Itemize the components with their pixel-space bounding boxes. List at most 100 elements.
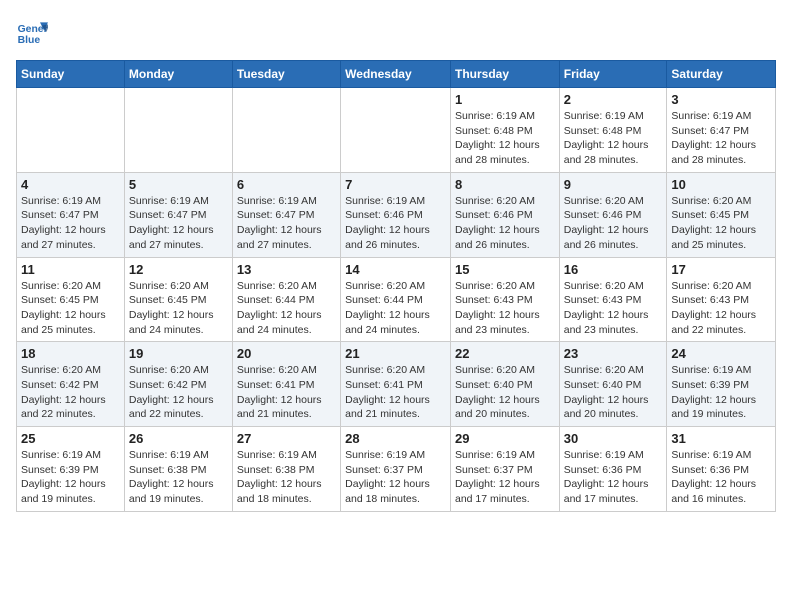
day-info: Sunrise: 6:19 AMSunset: 6:46 PMDaylight:… xyxy=(345,194,446,253)
calendar-header-row: SundayMondayTuesdayWednesdayThursdayFrid… xyxy=(17,61,776,88)
day-header-monday: Monday xyxy=(124,61,232,88)
calendar-cell: 24Sunrise: 6:19 AMSunset: 6:39 PMDayligh… xyxy=(667,342,776,427)
day-number: 30 xyxy=(564,431,663,446)
calendar-cell: 10 Sunrise: 6:20 AMSunset: 6:45 PMDayligh… xyxy=(667,172,776,257)
calendar-cell: 26 Sunrise: 6:19 AMSunset: 6:38 PMDayligh… xyxy=(124,427,232,512)
calendar-cell: 27 Sunrise: 6:19 AMSunset: 6:38 PMDayligh… xyxy=(232,427,340,512)
day-number: 11 xyxy=(21,262,120,277)
day-number: 8 xyxy=(455,177,555,192)
calendar-cell: 7Sunrise: 6:19 AMSunset: 6:46 PMDaylight… xyxy=(341,172,451,257)
day-number: 31 xyxy=(671,431,771,446)
day-info: Sunrise: 6:19 AMSunset: 6:38 PMDaylight:… xyxy=(129,448,228,507)
day-info: Sunrise: 6:20 AMSunset: 6:45 PMDaylight:… xyxy=(129,279,228,338)
calendar-cell: 21 Sunrise: 6:20 AMSunset: 6:41 PMDayligh… xyxy=(341,342,451,427)
day-header-wednesday: Wednesday xyxy=(341,61,451,88)
calendar-week-3: 11 Sunrise: 6:20 AMSunset: 6:45 PMDayligh… xyxy=(17,257,776,342)
day-info: Sunrise: 6:19 AMSunset: 6:39 PMDaylight:… xyxy=(21,448,120,507)
day-info: Sunrise: 6:19 AMSunset: 6:48 PMDaylight:… xyxy=(455,109,555,168)
calendar-cell: 29Sunrise: 6:19 AMSunset: 6:37 PMDayligh… xyxy=(450,427,559,512)
calendar-cell: 15 Sunrise: 6:20 AMSunset: 6:43 PMDayligh… xyxy=(450,257,559,342)
day-number: 14 xyxy=(345,262,446,277)
day-number: 23 xyxy=(564,346,663,361)
day-info: Sunrise: 6:20 AMSunset: 6:41 PMDaylight:… xyxy=(345,363,446,422)
day-number: 1 xyxy=(455,92,555,107)
day-info: Sunrise: 6:20 AMSunset: 6:43 PMDaylight:… xyxy=(455,279,555,338)
calendar-cell: 4 Sunrise: 6:19 AMSunset: 6:47 PMDaylight… xyxy=(17,172,125,257)
day-header-sunday: Sunday xyxy=(17,61,125,88)
day-info: Sunrise: 6:19 AMSunset: 6:36 PMDaylight:… xyxy=(671,448,771,507)
day-info: Sunrise: 6:19 AMSunset: 6:36 PMDaylight:… xyxy=(564,448,663,507)
calendar-cell xyxy=(232,88,340,173)
calendar-cell: 16 Sunrise: 6:20 AMSunset: 6:43 PMDayligh… xyxy=(559,257,667,342)
day-number: 26 xyxy=(129,431,228,446)
day-header-thursday: Thursday xyxy=(450,61,559,88)
calendar-week-5: 25 Sunrise: 6:19 AMSunset: 6:39 PMDayligh… xyxy=(17,427,776,512)
day-number: 28 xyxy=(345,431,446,446)
day-number: 10 xyxy=(671,177,771,192)
day-number: 27 xyxy=(237,431,336,446)
calendar-cell: 17 Sunrise: 6:20 AMSunset: 6:43 PMDayligh… xyxy=(667,257,776,342)
day-info: Sunrise: 6:20 AMSunset: 6:43 PMDaylight:… xyxy=(671,279,771,338)
calendar-cell: 1 Sunrise: 6:19 AMSunset: 6:48 PMDaylight… xyxy=(450,88,559,173)
calendar-cell: 18 Sunrise: 6:20 AMSunset: 6:42 PMDayligh… xyxy=(17,342,125,427)
calendar-cell: 2 Sunrise: 6:19 AMSunset: 6:48 PMDaylight… xyxy=(559,88,667,173)
day-header-saturday: Saturday xyxy=(667,61,776,88)
day-number: 15 xyxy=(455,262,555,277)
day-number: 25 xyxy=(21,431,120,446)
day-info: Sunrise: 6:20 AMSunset: 6:44 PMDaylight:… xyxy=(345,279,446,338)
day-header-friday: Friday xyxy=(559,61,667,88)
calendar-cell: 8Sunrise: 6:20 AMSunset: 6:46 PMDaylight… xyxy=(450,172,559,257)
logo: General Blue xyxy=(16,16,56,48)
calendar-cell: 14 Sunrise: 6:20 AMSunset: 6:44 PMDayligh… xyxy=(341,257,451,342)
day-number: 4 xyxy=(21,177,120,192)
calendar-cell: 31 Sunrise: 6:19 AMSunset: 6:36 PMDayligh… xyxy=(667,427,776,512)
day-info: Sunrise: 6:20 AMSunset: 6:43 PMDaylight:… xyxy=(564,279,663,338)
day-number: 18 xyxy=(21,346,120,361)
calendar-cell: 5 Sunrise: 6:19 AMSunset: 6:47 PMDaylight… xyxy=(124,172,232,257)
calendar-cell: 6 Sunrise: 6:19 AMSunset: 6:47 PMDaylight… xyxy=(232,172,340,257)
calendar-cell xyxy=(17,88,125,173)
day-info: Sunrise: 6:20 AMSunset: 6:40 PMDaylight:… xyxy=(455,363,555,422)
day-number: 16 xyxy=(564,262,663,277)
day-number: 21 xyxy=(345,346,446,361)
page-header: General Blue xyxy=(16,16,776,48)
day-info: Sunrise: 6:20 AMSunset: 6:44 PMDaylight:… xyxy=(237,279,336,338)
day-info: Sunrise: 6:20 AMSunset: 6:46 PMDaylight:… xyxy=(564,194,663,253)
day-number: 9 xyxy=(564,177,663,192)
calendar-cell: 19Sunrise: 6:20 AMSunset: 6:42 PMDayligh… xyxy=(124,342,232,427)
calendar-cell: 12 Sunrise: 6:20 AMSunset: 6:45 PMDayligh… xyxy=(124,257,232,342)
day-header-tuesday: Tuesday xyxy=(232,61,340,88)
calendar-cell: 25 Sunrise: 6:19 AMSunset: 6:39 PMDayligh… xyxy=(17,427,125,512)
calendar-cell: 9 Sunrise: 6:20 AMSunset: 6:46 PMDaylight… xyxy=(559,172,667,257)
calendar-cell: 11 Sunrise: 6:20 AMSunset: 6:45 PMDayligh… xyxy=(17,257,125,342)
day-info: Sunrise: 6:20 AMSunset: 6:45 PMDaylight:… xyxy=(671,194,771,253)
day-info: Sunrise: 6:19 AMSunset: 6:39 PMDaylight:… xyxy=(671,363,771,422)
day-number: 3 xyxy=(671,92,771,107)
calendar-week-1: 1 Sunrise: 6:19 AMSunset: 6:48 PMDaylight… xyxy=(17,88,776,173)
calendar-cell xyxy=(341,88,451,173)
day-number: 2 xyxy=(564,92,663,107)
logo-icon: General Blue xyxy=(16,16,48,48)
day-info: Sunrise: 6:19 AMSunset: 6:47 PMDaylight:… xyxy=(129,194,228,253)
day-number: 12 xyxy=(129,262,228,277)
day-info: Sunrise: 6:19 AMSunset: 6:48 PMDaylight:… xyxy=(564,109,663,168)
calendar-cell: 23 Sunrise: 6:20 AMSunset: 6:40 PMDayligh… xyxy=(559,342,667,427)
day-info: Sunrise: 6:20 AMSunset: 6:40 PMDaylight:… xyxy=(564,363,663,422)
day-info: Sunrise: 6:20 AMSunset: 6:42 PMDaylight:… xyxy=(21,363,120,422)
day-info: Sunrise: 6:20 AMSunset: 6:45 PMDaylight:… xyxy=(21,279,120,338)
calendar-week-2: 4 Sunrise: 6:19 AMSunset: 6:47 PMDaylight… xyxy=(17,172,776,257)
day-number: 17 xyxy=(671,262,771,277)
calendar-cell xyxy=(124,88,232,173)
day-info: Sunrise: 6:19 AMSunset: 6:37 PMDaylight:… xyxy=(345,448,446,507)
day-info: Sunrise: 6:19 AMSunset: 6:47 PMDaylight:… xyxy=(237,194,336,253)
calendar-cell: 30 Sunrise: 6:19 AMSunset: 6:36 PMDayligh… xyxy=(559,427,667,512)
day-number: 5 xyxy=(129,177,228,192)
calendar: SundayMondayTuesdayWednesdayThursdayFrid… xyxy=(16,60,776,512)
day-info: Sunrise: 6:20 AMSunset: 6:42 PMDaylight:… xyxy=(129,363,228,422)
day-info: Sunrise: 6:19 AMSunset: 6:38 PMDaylight:… xyxy=(237,448,336,507)
day-number: 22 xyxy=(455,346,555,361)
day-number: 6 xyxy=(237,177,336,192)
calendar-cell: 13Sunrise: 6:20 AMSunset: 6:44 PMDayligh… xyxy=(232,257,340,342)
day-info: Sunrise: 6:19 AMSunset: 6:47 PMDaylight:… xyxy=(21,194,120,253)
day-info: Sunrise: 6:19 AMSunset: 6:47 PMDaylight:… xyxy=(671,109,771,168)
